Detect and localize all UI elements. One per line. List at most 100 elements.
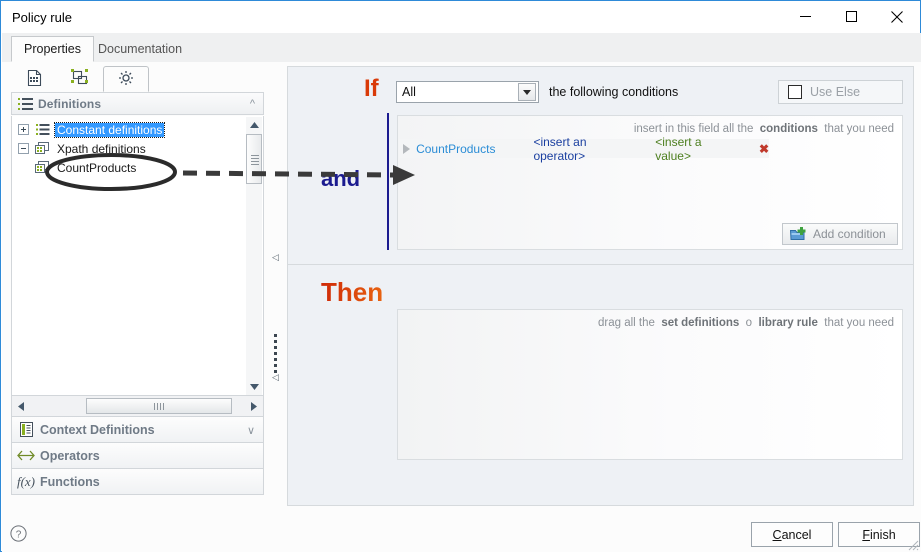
tree-item-xpath-definitions[interactable]: Xpath definitions [12,139,227,158]
scrollbar-thumb[interactable] [246,134,262,184]
definitions-tree: Constant definitions Xpath definitions C… [12,120,227,177]
maximize-icon [845,11,857,22]
delete-condition-icon[interactable]: ✖ [759,142,769,156]
then-hint-strong2: library rule [758,317,818,329]
if-keyword: If [364,75,379,102]
then-hint: drag all the set definitions o library r… [598,317,894,329]
row-expander-icon[interactable] [399,143,414,154]
document-icon [27,69,42,89]
scroll-up-arrow-icon[interactable] [246,117,262,133]
use-else-checkbox[interactable]: Use Else [778,80,903,104]
splitter-grip [274,334,277,376]
panel-operators[interactable]: Operators [11,443,264,469]
then-drop-area[interactable]: drag all the set definitions o library r… [397,309,903,460]
tab-properties[interactable]: Properties [11,36,94,62]
tab-documentation-label: Documentation [98,42,183,56]
hscroll-track[interactable] [30,397,245,416]
close-icon [891,10,903,23]
panel-label: Functions [40,474,100,489]
list-icon [34,122,51,137]
scroll-down-arrow-icon[interactable] [246,379,262,395]
hscroll-thumb[interactable] [86,397,232,414]
then-keyword: Then [321,277,384,307]
tree-item-countproducts[interactable]: CountProducts [12,158,227,177]
conditions-drop-area[interactable]: insert in this field all the conditions … [397,115,903,250]
tab-documentation[interactable]: Documentation [86,36,194,62]
expand-left-arrow-icon[interactable]: ◁ [272,372,279,383]
sidebar-tab-settings[interactable] [103,66,149,92]
chevron-down-icon[interactable]: ∨ [247,424,255,437]
add-folder-icon [790,227,807,241]
pane-splitter[interactable]: ◁ ◁ [268,66,282,506]
sidebar-icon-tabs [11,66,264,93]
tree-item-label: Xpath definitions [57,141,146,156]
panel-functions[interactable]: f(x) Functions [11,469,264,495]
chevron-up-icon[interactable]: ^ [250,98,255,110]
rule-editor: If All the following conditions Use Else… [287,66,914,506]
title-bar: Policy rule [1,1,920,33]
panel-context-definitions[interactable]: Context Definitions ∨ [11,417,264,443]
collapse-left-arrow-icon[interactable]: ◁ [272,252,279,263]
xpath-icon [34,141,51,156]
close-button[interactable] [874,1,920,32]
resize-grip-icon[interactable] [906,538,919,551]
add-condition-button[interactable]: Add condition [782,223,898,245]
then-hint-suffix: that you need [824,317,894,329]
policy-rule-window: Policy rule Properties Documentation Def… [0,0,921,552]
then-hint-strong1: set definitions [661,317,740,329]
tree-vertical-scrollbar[interactable] [246,117,262,395]
sidebar-tab-shapes[interactable] [57,66,103,92]
window-controls [782,1,920,33]
add-condition-label: Add condition [813,227,886,241]
scrollbar-grip [153,399,165,413]
hint-suffix: that you need [824,123,894,135]
panel-label: Operators [40,448,100,463]
list-icon [12,97,38,110]
minimize-icon [799,11,811,22]
tree-horizontal-scrollbar[interactable] [11,396,264,417]
then-section: Then drag all the set definitions o libr… [288,265,913,505]
use-else-label: Use Else [810,85,861,99]
sidebar-tab-document[interactable] [11,66,57,92]
if-section: If All the following conditions Use Else… [288,67,913,265]
condition-row[interactable]: CountProducts <insert an operator> <inse… [399,135,769,163]
definitions-tree-container: Constant definitions Xpath definitions C… [11,116,264,396]
then-hint-middle: o [745,317,753,329]
cancel-button[interactable]: Cancel [751,522,833,547]
tab-properties-label: Properties [24,42,81,56]
checkbox-box[interactable] [788,85,802,99]
operators-icon [12,450,40,461]
quantifier-select[interactable]: All [396,81,539,103]
content-area: Definitions ^ Constant definitions Xpath… [2,62,921,514]
panel-label: Context Definitions [40,422,155,437]
minimize-button[interactable] [782,1,828,32]
gear-icon [118,70,134,89]
condition-field[interactable]: CountProducts [416,142,495,156]
svg-text:?: ? [16,529,22,540]
quantifier-dropdown[interactable]: All [396,81,539,103]
finish-accel: F [862,527,870,542]
definitions-header-label: Definitions [38,96,102,111]
help-button[interactable]: ? [10,525,27,542]
maximize-button[interactable] [828,1,874,32]
chevron-down-icon[interactable] [518,83,536,101]
scroll-left-arrow-icon[interactable] [12,397,30,416]
scroll-right-arrow-icon[interactable] [245,397,263,416]
tree-item-label: CountProducts [57,160,137,175]
definitions-sidebar: Definitions ^ Constant definitions Xpath… [11,66,264,506]
condition-value[interactable]: <insert a value> [655,135,731,163]
then-hint-prefix: drag all the [598,317,655,329]
function-icon: f(x) [16,473,36,489]
expander-plus-icon[interactable] [18,124,29,135]
definitions-header[interactable]: Definitions ^ [11,92,264,115]
condition-operator[interactable]: <insert an operator> [533,135,629,163]
cancel-accel: C [772,527,782,542]
expander-minus-icon[interactable] [18,143,29,154]
hint-prefix: insert in this field all the [633,123,754,135]
dialog-footer: ? Cancel Finish [2,514,921,552]
quantifier-suffix-label: the following conditions [549,85,679,99]
tree-item-constant-definitions[interactable]: Constant definitions [12,120,227,139]
tab-strip: Properties Documentation [2,33,921,63]
book-icon [12,422,40,437]
window-title: Policy rule [12,10,72,25]
